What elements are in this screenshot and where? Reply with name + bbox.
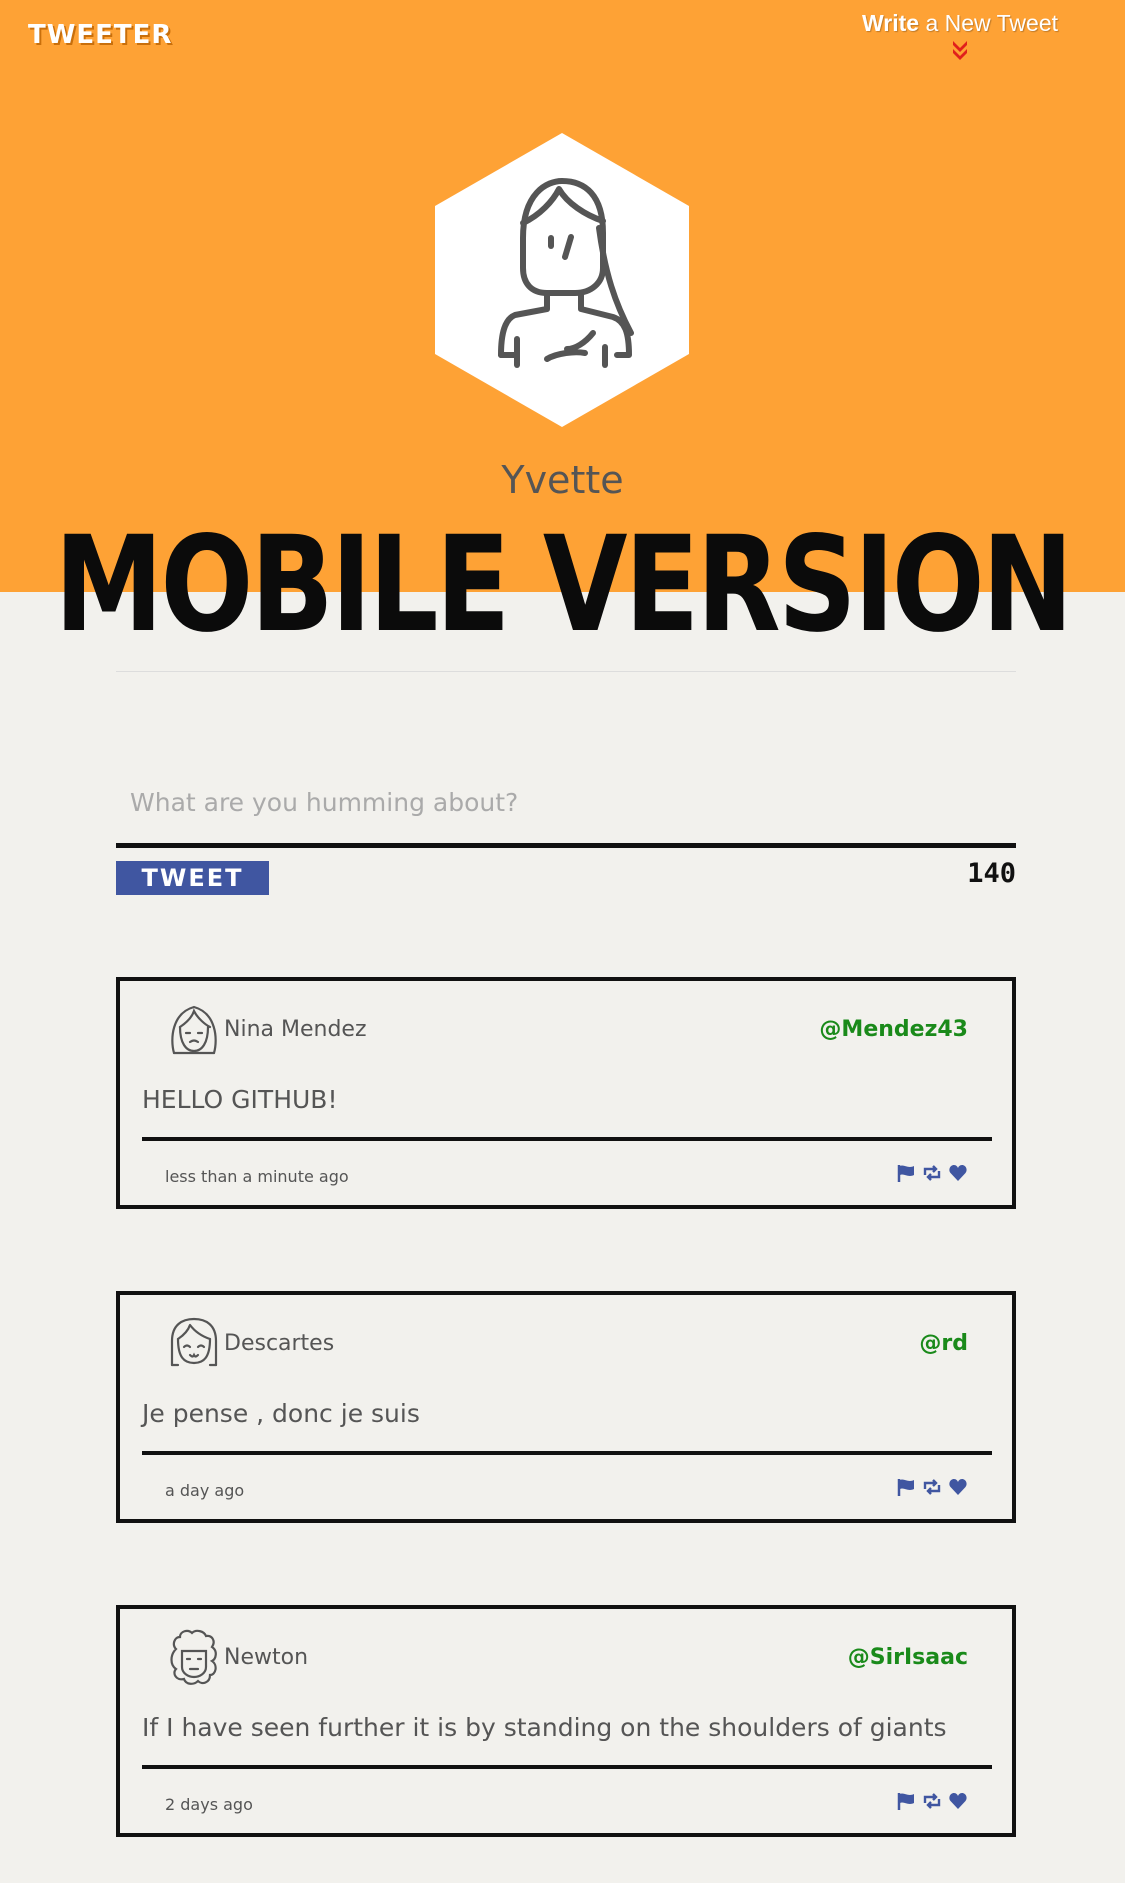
profile-header: TWEETER Write a New Tweet Yvette bbox=[0, 0, 1125, 592]
tweet-divider bbox=[142, 1137, 992, 1141]
double-chevron-down-icon bbox=[953, 41, 967, 60]
tweet-timestamp: a day ago bbox=[165, 1481, 245, 1500]
tweet-author-name: Nina Mendez bbox=[224, 1017, 367, 1042]
tweet-card: Nina Mendez @Mendez43 HELLO GITHUB! less… bbox=[116, 977, 1016, 1209]
heart-icon[interactable] bbox=[948, 1791, 968, 1811]
tweet-actions bbox=[896, 1791, 968, 1811]
tweet-card: Descartes @rd Je pense , donc je suis a … bbox=[116, 1291, 1016, 1523]
app-logo[interactable]: TWEETER bbox=[28, 20, 172, 50]
mobile-version-banner: MOBILE VERSION bbox=[54, 508, 1073, 662]
girl-face-icon bbox=[171, 1005, 217, 1055]
tweet-content: If I have seen further it is by standing… bbox=[142, 1713, 947, 1742]
tweet-timestamp: less than a minute ago bbox=[165, 1167, 349, 1186]
tweet-author-name: Descartes bbox=[224, 1331, 335, 1356]
flag-icon[interactable] bbox=[896, 1477, 916, 1497]
curly-wig-face-icon bbox=[170, 1629, 217, 1685]
tweet-author-handle[interactable]: @rd bbox=[919, 1331, 968, 1356]
tweet-author-name: Newton bbox=[224, 1645, 309, 1670]
tweet-content: Je pense , donc je suis bbox=[142, 1399, 420, 1428]
heart-icon[interactable] bbox=[948, 1163, 968, 1183]
compose-toggle-rest: a New Tweet bbox=[919, 10, 1058, 36]
heart-icon[interactable] bbox=[948, 1477, 968, 1497]
divider bbox=[116, 671, 1016, 673]
flag-icon[interactable] bbox=[896, 1163, 916, 1183]
profile-name: Yvette bbox=[501, 458, 624, 502]
bob-hair-face-icon bbox=[170, 1317, 218, 1367]
tweet-actions bbox=[896, 1163, 968, 1183]
retweet-icon[interactable] bbox=[922, 1791, 942, 1811]
compose-tweet-input[interactable] bbox=[116, 762, 1016, 848]
retweet-icon[interactable] bbox=[922, 1163, 942, 1183]
tweet-author-handle[interactable]: @SirIsaac bbox=[848, 1645, 968, 1670]
profile-avatar bbox=[435, 133, 689, 427]
tweet-button[interactable]: TWEET bbox=[116, 861, 269, 895]
write-new-tweet-toggle[interactable]: Write a New Tweet bbox=[850, 10, 1070, 61]
flag-icon[interactable] bbox=[896, 1791, 916, 1811]
tweet-author-handle[interactable]: @Mendez43 bbox=[819, 1017, 968, 1042]
tweet-actions bbox=[896, 1477, 968, 1497]
tweet-card: Newton @SirIsaac If I have seen further … bbox=[116, 1605, 1016, 1837]
character-counter: 140 bbox=[967, 858, 1016, 889]
retweet-icon[interactable] bbox=[922, 1477, 942, 1497]
tweet-timestamp: 2 days ago bbox=[165, 1795, 253, 1814]
tweet-divider bbox=[142, 1451, 992, 1455]
tweet-content: HELLO GITHUB! bbox=[142, 1085, 338, 1114]
tweet-divider bbox=[142, 1765, 992, 1769]
compose-toggle-bold: Write bbox=[861, 10, 920, 36]
